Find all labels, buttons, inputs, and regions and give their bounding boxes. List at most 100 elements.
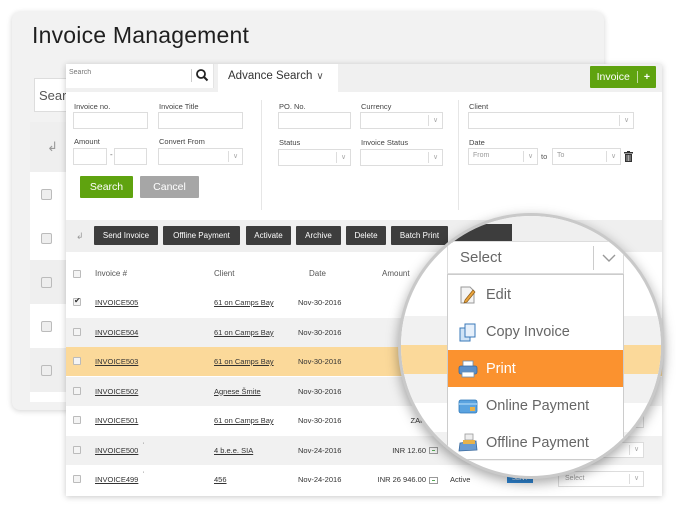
row-checkbox[interactable] [73,327,81,336]
note-icon[interactable] [429,476,438,484]
row-checkbox[interactable] [73,296,81,306]
client-link[interactable]: 4 b.e.e. SIA [214,446,253,455]
date-label: Date [469,138,485,147]
column-invoice[interactable]: Invoice # [95,269,127,278]
plus-icon: + [636,71,656,83]
invoice-date: Nov-30-2016 [298,416,342,425]
menu-item-edit[interactable]: Edit [448,276,623,313]
invoice-mark: ' [143,442,145,449]
send-invoice-button[interactable]: Send Invoice [94,226,158,245]
cash-register-icon [458,433,478,451]
menu-item-online-payment[interactable]: Online Payment [448,387,623,424]
invoice-status-label: Invoice Status [361,138,409,147]
client-link[interactable]: 61 on Camps Bay [214,298,274,307]
credit-card-icon [458,399,478,413]
invoice-amount-cell: INR 26 946.00 [378,475,438,484]
search-icon[interactable] [195,68,209,82]
client-link[interactable]: 61 on Camps Bay [214,357,274,366]
invoice-number-link[interactable]: INVOICE501 [95,416,138,425]
search-input[interactable] [69,69,187,76]
convert-from-label: Convert From [159,137,205,146]
archive-button[interactable]: Archive [296,226,341,245]
invoice-number-link[interactable]: INVOICE504 [95,328,138,337]
client-link[interactable]: 456 [214,475,227,484]
menu-item-offline-payment[interactable]: Offline Payment [448,424,623,461]
client-label: Client [469,102,489,111]
chevron-down-icon: ∨ [619,115,633,126]
advanced-search-form: Invoice no. Invoice Title Amount - Conve… [66,92,662,220]
row-checkbox[interactable] [73,416,81,424]
invoice-mark: ' [143,472,145,478]
stage: Invoice Management Search ↲ Advance Sear… [0,0,676,510]
row-checkbox[interactable] [73,386,81,395]
chevron-down-icon: ∨ [428,115,442,126]
activate-button[interactable]: Activate [246,226,291,245]
divider [458,100,459,210]
client-link[interactable]: 61 on Camps Bay [214,416,274,425]
new-invoice-button[interactable]: Invoice + [589,66,656,88]
menu-item-label: Edit [486,286,511,303]
date-from-placeholder: From [473,152,490,159]
invoice-title-field[interactable] [158,112,243,129]
search-button[interactable]: Search [80,176,133,198]
select-all-checkbox[interactable] [73,270,81,278]
magnified-action-bar [401,216,661,244]
amount-label: Amount [74,137,100,146]
date-from-select[interactable]: From ∨ [468,148,538,165]
menu-item-label: Online Payment [486,397,590,414]
row-checkbox[interactable] [73,445,81,454]
invoice-amount: INR 26 946.00 [377,475,426,484]
column-date[interactable]: Date [309,269,326,278]
background-checkbox [41,188,52,200]
chevron-down-icon: ∨ [523,151,537,162]
invoice-number-link[interactable]: INVOICE505 [95,298,138,307]
invoice-number-link[interactable]: INVOICE503 [95,357,138,366]
invoice-date: Nov-30-2016 [298,327,342,337]
amount-max-field[interactable] [114,148,147,165]
delete-button[interactable]: Delete [346,226,386,245]
background-checkbox [41,276,52,288]
menu-item-label: Print [486,360,516,377]
trash-icon[interactable] [624,151,633,162]
copy-icon [459,323,476,341]
po-no-field[interactable] [278,112,351,129]
invoice-date: Nov-30-2016 [298,386,342,396]
menu-item-print[interactable]: Print [448,350,623,387]
return-arrow-icon: ↲ [76,231,84,241]
currency-select[interactable]: ∨ [360,112,443,129]
page-title: Invoice Management [32,22,250,48]
printer-icon [458,360,478,377]
client-link[interactable]: Agnese Šmite [214,387,261,396]
invoice-number-link[interactable]: INVOICE502 [95,387,138,396]
client-select[interactable]: ∨ [468,112,634,129]
row-action-select[interactable]: Select [447,241,624,274]
po-no-label: PO. No. [279,102,306,111]
status-select[interactable]: ∨ [278,149,351,166]
client-link[interactable]: 61 on Camps Bay [214,328,274,337]
date-to-placeholder: To [557,152,565,159]
invoice-number-link[interactable]: INVOICE499 [95,475,138,484]
invoice-status-select[interactable]: ∨ [360,149,443,166]
row-checkbox[interactable] [73,357,81,365]
invoice-status: Active [450,475,471,484]
menu-item-copy-invoice[interactable]: Copy Invoice [448,313,623,350]
menu-item-label: Copy Invoice [486,323,570,340]
edit-icon [460,286,476,304]
date-to-select[interactable]: To ∨ [552,148,621,165]
chevron-down-icon: ∨ [336,152,350,163]
invoice-number-link[interactable]: INVOICE500 [95,446,138,455]
invoice-date: Nov-24-2016 [298,445,342,455]
invoice-no-field[interactable] [73,112,148,129]
invoice-date: Nov-30-2016 [298,298,342,307]
magnified-content: Select Edit Copy Invoice Print Online Pa… [401,216,661,476]
column-client[interactable]: Client [214,269,234,278]
cancel-button[interactable]: Cancel [140,176,199,198]
invoice-date: Nov-24-2016 [298,475,342,484]
amount-min-field[interactable] [73,148,107,165]
advanced-search-tab[interactable]: Advance Search ∨ [218,64,338,92]
row-checkbox[interactable] [73,475,81,483]
currency-label: Currency [361,102,392,111]
return-arrow-icon: ↲ [47,139,58,154]
convert-from-select[interactable]: ∨ [158,148,243,165]
offline-payment-button[interactable]: Offline Payment [163,226,240,245]
